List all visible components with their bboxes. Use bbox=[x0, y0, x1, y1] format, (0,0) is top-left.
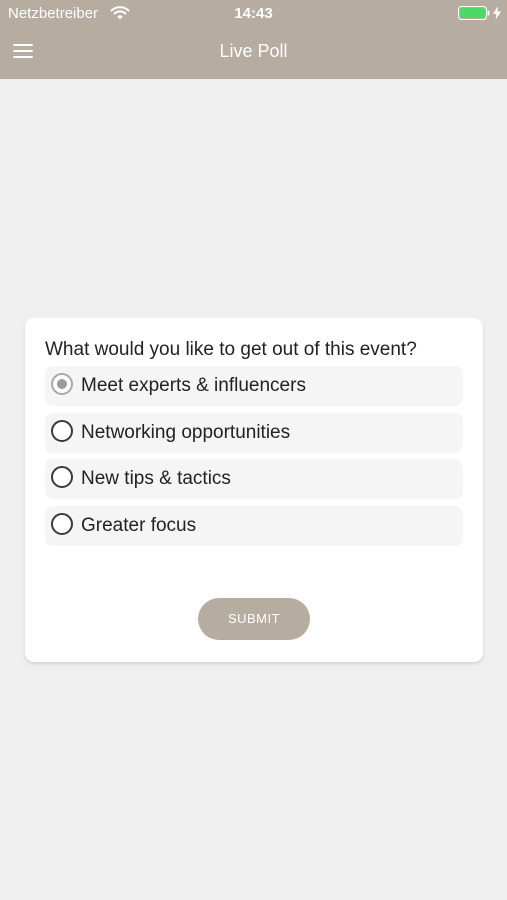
poll-option-label: Meet experts & influencers bbox=[81, 375, 306, 396]
submit-button[interactable]: SUBMIT bbox=[198, 598, 310, 640]
status-time: 14:43 bbox=[234, 5, 273, 22]
poll-option-label: Networking opportunities bbox=[81, 422, 291, 443]
charging-bolt-icon bbox=[493, 6, 501, 20]
status-bar: Netzbetreiber 14:43 bbox=[0, 0, 507, 28]
poll-option-label: New tips & tactics bbox=[81, 468, 231, 489]
poll-question: What would you like to get out of this e… bbox=[45, 339, 417, 360]
radio-unselected-icon[interactable] bbox=[51, 420, 73, 442]
radio-selected-icon[interactable] bbox=[51, 373, 73, 395]
radio-unselected-icon[interactable] bbox=[51, 466, 73, 488]
poll-option-label: Greater focus bbox=[81, 515, 197, 536]
page-title: Live Poll bbox=[219, 41, 288, 61]
poll-option-networking[interactable]: Networking opportunities bbox=[45, 413, 463, 453]
poll-option-new-tips[interactable]: New tips & tactics bbox=[45, 459, 463, 499]
radio-unselected-icon[interactable] bbox=[51, 513, 73, 535]
poll-card: What would you like to get out of this e… bbox=[25, 318, 483, 662]
battery-icon bbox=[458, 6, 490, 20]
header-bar: Netzbetreiber 14:43 Live Poll bbox=[0, 0, 507, 79]
poll-option-greater-focus[interactable]: Greater focus bbox=[45, 506, 463, 546]
poll-option-meet-experts[interactable]: Meet experts & influencers bbox=[45, 366, 463, 406]
